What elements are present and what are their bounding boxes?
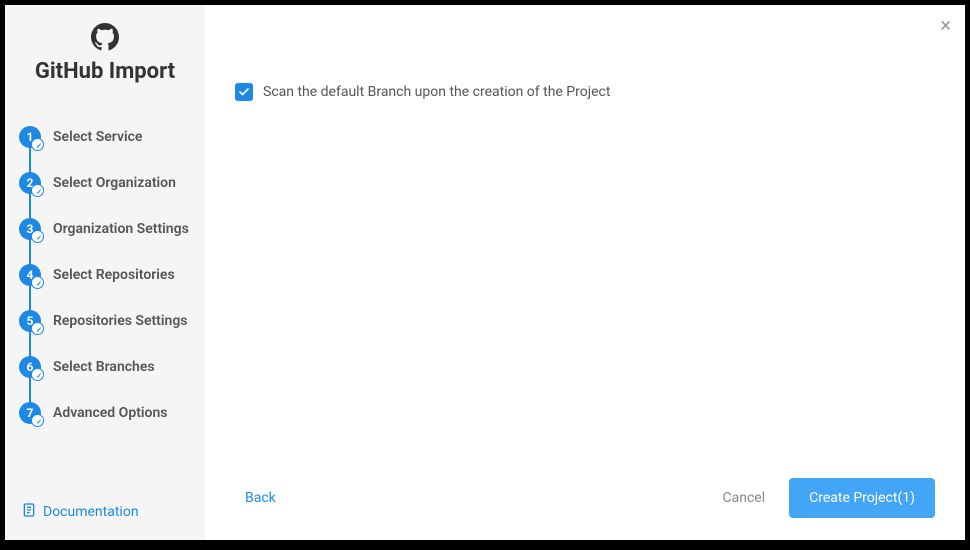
- cancel-button[interactable]: Cancel: [722, 490, 765, 506]
- step-select-service[interactable]: 1 ✓ Select Service: [19, 114, 205, 160]
- step-badge: 2 ✓: [19, 172, 41, 194]
- step-organization-settings[interactable]: 3 ✓ Organization Settings: [19, 206, 205, 252]
- main-content: Scan the default Branch upon the creatio…: [205, 5, 965, 460]
- check-icon: ✓: [36, 143, 42, 150]
- step-badge: 6 ✓: [19, 356, 41, 378]
- step-number: 6: [27, 360, 34, 374]
- documentation-link[interactable]: Documentation: [43, 504, 139, 520]
- check-icon: ✓: [36, 327, 42, 334]
- sidebar-footer: Documentation: [5, 484, 205, 540]
- step-label: Select Repositories: [53, 267, 175, 283]
- step-number: 1: [27, 130, 34, 144]
- step-repositories-settings[interactable]: 5 ✓ Repositories Settings: [19, 298, 205, 344]
- step-label: Repositories Settings: [53, 313, 188, 329]
- check-icon: ✓: [36, 189, 42, 196]
- step-number: 5: [27, 314, 34, 328]
- step-number: 4: [27, 268, 34, 282]
- step-select-branches[interactable]: 6 ✓ Select Branches: [19, 344, 205, 390]
- step-label: Select Branches: [53, 359, 155, 375]
- scan-checkbox-row: Scan the default Branch upon the creatio…: [235, 83, 935, 101]
- step-badge: 1 ✓: [19, 126, 41, 148]
- step-number: 2: [27, 176, 34, 190]
- create-project-button[interactable]: Create Project(1): [789, 478, 935, 518]
- sidebar-title: GitHub Import: [5, 59, 205, 84]
- close-icon[interactable]: ×: [940, 15, 951, 35]
- sidebar-header: GitHub Import: [5, 23, 205, 84]
- step-label: Select Organization: [53, 175, 176, 191]
- step-label: Select Service: [53, 129, 142, 145]
- check-icon: ✓: [36, 373, 42, 380]
- footer-right: Cancel Create Project(1): [722, 478, 935, 518]
- footer: Back Cancel Create Project(1): [205, 460, 965, 540]
- sidebar: GitHub Import 1 ✓ Select Service 2 ✓ Sel…: [5, 5, 205, 540]
- github-icon: [91, 23, 119, 55]
- document-icon: [21, 502, 37, 522]
- scan-checkbox-label: Scan the default Branch upon the creatio…: [263, 84, 610, 100]
- check-icon: ✓: [36, 235, 42, 242]
- step-number: 7: [27, 406, 34, 420]
- import-modal: × GitHub Import 1 ✓ Select Service 2: [5, 5, 965, 540]
- step-badge: 7 ✓: [19, 402, 41, 424]
- scan-checkbox[interactable]: [235, 83, 253, 101]
- check-icon: ✓: [36, 419, 42, 426]
- steps-list: 1 ✓ Select Service 2 ✓ Select Organizati…: [5, 114, 205, 484]
- back-button[interactable]: Back: [245, 490, 276, 506]
- step-label: Advanced Options: [53, 405, 167, 421]
- step-select-repositories[interactable]: 4 ✓ Select Repositories: [19, 252, 205, 298]
- step-badge: 5 ✓: [19, 310, 41, 332]
- step-badge: 4 ✓: [19, 264, 41, 286]
- main-panel: Scan the default Branch upon the creatio…: [205, 5, 965, 540]
- step-number: 3: [27, 222, 34, 236]
- step-label: Organization Settings: [53, 221, 189, 237]
- step-select-organization[interactable]: 2 ✓ Select Organization: [19, 160, 205, 206]
- step-badge: 3 ✓: [19, 218, 41, 240]
- check-icon: ✓: [36, 281, 42, 288]
- step-advanced-options[interactable]: 7 ✓ Advanced Options: [19, 390, 205, 436]
